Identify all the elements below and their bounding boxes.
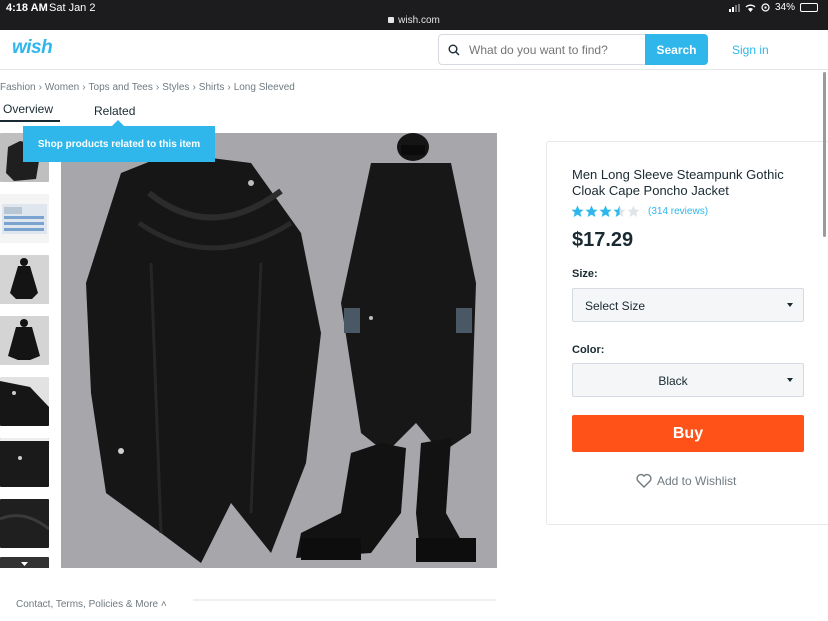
image-divider [193, 599, 496, 601]
star-icon [585, 205, 598, 217]
thumbnail-strip [0, 133, 50, 568]
chevron-up-icon: ˄ [160, 599, 167, 610]
thumbnail[interactable] [0, 194, 49, 243]
status-indicators: 34% [728, 2, 818, 13]
breadcrumb-separator: › [38, 82, 42, 93]
buy-button[interactable]: Buy [572, 415, 804, 452]
status-date: Sat Jan 2 [49, 2, 96, 14]
breadcrumb-item[interactable]: Styles [162, 82, 189, 93]
star-icon [571, 205, 584, 217]
battery-percent: 34% [774, 2, 795, 13]
star-icon [599, 205, 612, 217]
wish-logo[interactable]: wish [12, 37, 53, 59]
lock-icon [388, 17, 395, 23]
breadcrumb-item[interactable]: Women [45, 82, 79, 93]
caret-down-icon [787, 303, 793, 307]
breadcrumb-item[interactable]: Shirts [199, 82, 225, 93]
breadcrumb-item[interactable]: Long Sleeved [234, 82, 295, 93]
color-select[interactable]: Black [572, 363, 804, 397]
status-time: 4:18 AM [6, 2, 48, 14]
star-icon [627, 205, 640, 217]
add-to-wishlist[interactable]: Add to Wishlist [636, 473, 736, 488]
wifi-icon [745, 4, 756, 12]
main-product-image[interactable] [61, 133, 497, 568]
breadcrumb-item[interactable]: Tops and Tees [89, 82, 153, 93]
color-select-value: Black [658, 374, 688, 388]
breadcrumb-separator: › [227, 82, 231, 93]
search-button[interactable]: Search [645, 34, 708, 65]
product-card: Men Long Sleeve Steampunk Gothic Cloak C… [546, 141, 828, 525]
thumbnail[interactable] [0, 438, 49, 487]
footer-link[interactable]: Contact, Terms, Policies & More ˄ [16, 599, 167, 610]
sign-in-link[interactable]: Sign in [732, 43, 769, 57]
footer-link-label: Contact, Terms, Policies & More [16, 599, 159, 610]
caret-down-icon [787, 378, 793, 382]
thumbnail[interactable] [0, 499, 49, 548]
breadcrumb-item[interactable]: Fashion [0, 82, 36, 93]
battery-icon [800, 3, 818, 12]
tab-overview[interactable]: Overview [3, 102, 53, 116]
heart-icon [636, 473, 652, 488]
search-icon [448, 44, 460, 56]
address-url: wish.com [398, 15, 440, 26]
breadcrumb-separator: › [155, 82, 160, 93]
page-scrollbar[interactable] [823, 72, 826, 237]
size-label: Size: [572, 268, 598, 280]
wishlist-label: Add to Wishlist [657, 473, 737, 488]
star-icon [613, 205, 626, 217]
signal-icon [728, 3, 740, 12]
product-price: $17.29 [572, 229, 634, 251]
breadcrumb-separator: › [192, 82, 196, 93]
size-select-value: Select Size [585, 299, 646, 313]
site-header: wish Search Sign in [0, 30, 828, 70]
search-box[interactable] [438, 34, 646, 65]
breadcrumb: Fashion › Women › Tops and Tees › Styles › Shirt… [0, 82, 295, 93]
star-rating [571, 205, 641, 218]
color-label: Color: [572, 344, 605, 356]
thumbnail[interactable] [0, 255, 49, 304]
thumbnail-scroll-down[interactable] [0, 557, 49, 568]
thumbnail[interactable] [0, 377, 49, 426]
active-tab-indicator [0, 120, 60, 122]
reviews-link[interactable]: (314 reviews) [648, 206, 708, 217]
tab-related[interactable]: Related [94, 104, 135, 118]
product-rating[interactable]: (314 reviews) [571, 205, 708, 218]
related-tooltip[interactable]: Shop products related to this item [23, 120, 215, 162]
search-input[interactable] [469, 41, 639, 59]
ios-status-bar: 4:18 AM Sat Jan 2 wish.com 34% [0, 0, 828, 30]
chevron-down-icon [21, 562, 28, 566]
size-select[interactable]: Select Size [572, 288, 804, 322]
address-bar[interactable]: wish.com [0, 15, 828, 26]
orientation-lock-icon [761, 3, 770, 12]
product-title: Men Long Sleeve Steampunk Gothic Cloak C… [572, 167, 784, 198]
breadcrumb-separator: › [82, 82, 86, 93]
thumbnail[interactable] [0, 316, 49, 365]
